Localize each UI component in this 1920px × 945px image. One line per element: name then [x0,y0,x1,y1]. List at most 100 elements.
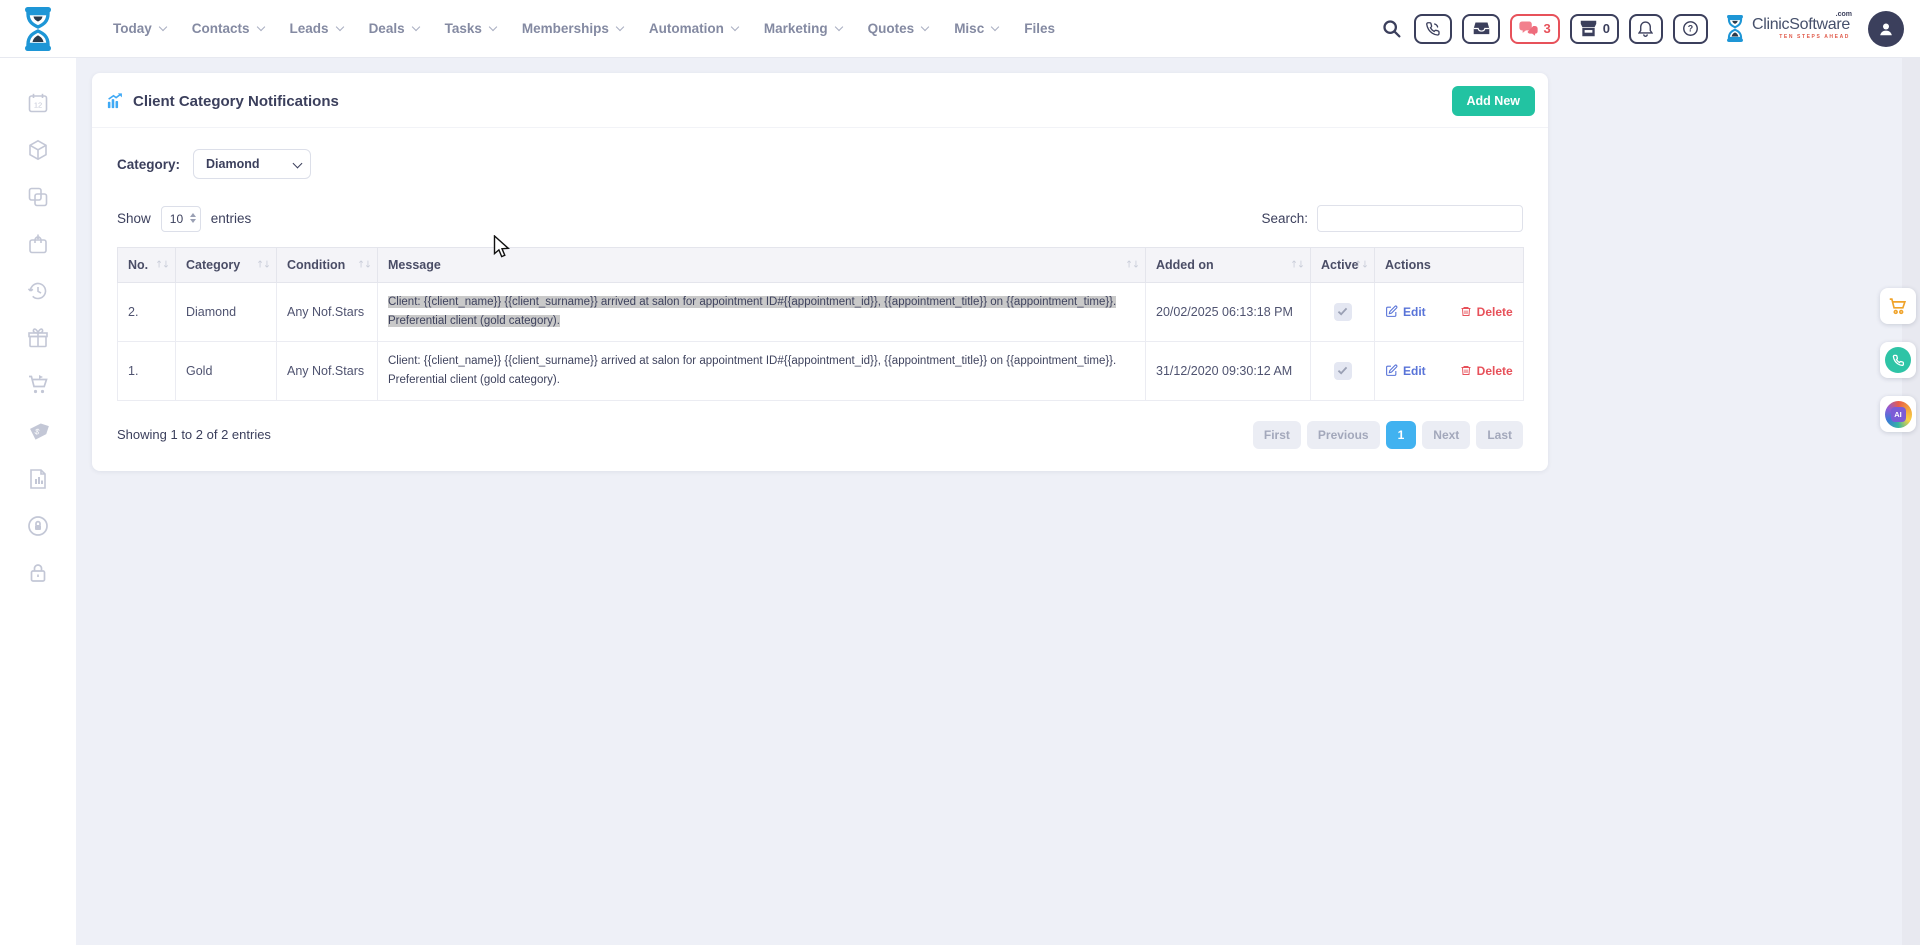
column-header-no[interactable]: No.↑↓ [118,248,176,283]
chat-button[interactable]: 3 [1510,14,1559,44]
column-header-category[interactable]: Category↑↓ [176,248,277,283]
edit-icon [1385,364,1398,377]
nav-item-contacts[interactable]: Contacts [179,21,277,36]
edit-button[interactable]: Edit [1385,305,1426,319]
active-checkbox[interactable] [1334,362,1352,380]
edit-icon [1385,305,1398,318]
showing-entries-text: Showing 1 to 2 of 2 entries [117,427,271,442]
brand-logo[interactable]: ClinicSoftware .com TEN STEPS AHEAD [1724,14,1850,43]
cell-active [1311,283,1375,342]
nav-item-leads[interactable]: Leads [277,21,356,36]
user-avatar[interactable] [1868,11,1904,47]
inbox-button[interactable] [1462,14,1500,44]
delete-button[interactable]: Delete [1460,364,1513,378]
pagination-last-button[interactable]: Last [1476,421,1523,449]
chevron-down-icon [731,23,739,31]
bag-icon[interactable] [25,231,51,257]
pagination-first-button[interactable]: First [1253,421,1301,449]
pagination-page-1-button[interactable]: 1 [1386,421,1417,449]
price-tag-icon[interactable]: $ [25,419,51,445]
panel-header: Client Category Notifications Add New [92,73,1548,128]
cell-category: Diamond [176,283,277,342]
column-header-actions: Actions [1375,248,1524,283]
phone-icon [1425,21,1441,37]
store-button[interactable]: 0 [1570,14,1619,44]
entries-label: entries [211,211,252,226]
lock-icon[interactable] [25,560,51,586]
active-checkbox[interactable] [1334,303,1352,321]
nav-item-tasks[interactable]: Tasks [432,21,509,36]
main-content: Client Category Notifications Add New Ca… [76,58,1920,945]
edit-button[interactable]: Edit [1385,364,1426,378]
quick-call-button[interactable] [1880,342,1916,378]
history-icon[interactable] [25,278,51,304]
table-footer: Showing 1 to 2 of 2 entries First Previo… [117,401,1523,459]
search-input[interactable] [1317,205,1523,232]
delete-button[interactable]: Delete [1460,305,1513,319]
cell-message: Client: {{client_name}} {{client_surname… [378,283,1146,342]
show-label: Show [117,211,151,226]
check-icon [1337,307,1348,316]
table-row: 1. Gold Any Nof.Stars Client: {{client_n… [118,341,1524,400]
nav-item-misc[interactable]: Misc [941,21,1011,36]
nav-item-files[interactable]: Files [1011,21,1068,36]
page-title: Client Category Notifications [133,93,339,110]
cell-category: Gold [176,341,277,400]
nav-item-today[interactable]: Today [100,21,179,36]
quick-ai-button[interactable]: AI [1880,396,1916,432]
chat-icon [1519,20,1538,37]
pagination-next-button[interactable]: Next [1422,421,1470,449]
topbar: Today Contacts Leads Deals Tasks Members… [0,0,1920,58]
add-new-button[interactable]: Add New [1452,86,1535,116]
table-header-row: No.↑↓ Category↑↓ Condition↑↓ Message↑↓ A… [118,248,1524,283]
nav-item-marketing[interactable]: Marketing [751,21,855,36]
hourglass-logo-icon [20,6,56,52]
pagination-previous-button[interactable]: Previous [1307,421,1380,449]
trash-icon [1460,364,1472,377]
chart-icon [106,92,124,110]
notifications-table: No.↑↓ Category↑↓ Condition↑↓ Message↑↓ A… [117,247,1524,401]
category-select[interactable]: Diamond [193,149,311,179]
chat-count-badge: 3 [1543,21,1550,36]
notifications-button[interactable] [1629,14,1663,44]
scrollbar-track[interactable] [1902,58,1920,945]
help-button[interactable]: ? [1673,14,1708,44]
page-length-select[interactable]: 10 [161,206,201,232]
cell-actions: Edit Delete [1375,341,1524,400]
chevron-down-icon [834,23,842,31]
column-header-condition[interactable]: Condition↑↓ [277,248,378,283]
column-header-message[interactable]: Message↑↓ [378,248,1146,283]
pagination: First Previous 1 Next Last [1253,421,1523,449]
copy-icon[interactable] [25,184,51,210]
table-controls-row: Show 10 entries Search: [117,205,1523,232]
nav-item-memberships[interactable]: Memberships [509,21,636,36]
report-icon[interactable] [25,466,51,492]
nav-item-quotes[interactable]: Quotes [855,21,942,36]
search-button[interactable] [1381,18,1402,39]
calendar-icon[interactable]: 12 [25,90,51,116]
nav-item-deals[interactable]: Deals [356,21,432,36]
sort-icon: ↑↓ [256,260,270,271]
inbox-icon [1473,21,1490,36]
nav-item-automation[interactable]: Automation [636,21,751,36]
search-icon [1381,18,1402,39]
brand-text: ClinicSoftware .com TEN STEPS AHEAD [1752,17,1850,40]
column-header-active[interactable]: Active↑↓ [1311,248,1375,283]
chevron-down-icon [921,23,929,31]
phone-button[interactable] [1414,14,1452,44]
cube-icon[interactable] [25,137,51,163]
category-filter-row: Category: Diamond [117,149,1523,179]
quick-cart-button[interactable] [1880,288,1916,324]
hourglass-logo-icon [1724,14,1746,43]
category-label: Category: [117,157,180,172]
chevron-down-icon [489,23,497,31]
store-count-badge: 0 [1603,21,1610,36]
cart-icon[interactable] [25,372,51,398]
app-logo[interactable] [20,6,56,52]
cell-added-on: 20/02/2025 06:13:18 PM [1146,283,1311,342]
phone-teal-icon [1885,347,1911,373]
account-lock-icon[interactable] [25,513,51,539]
gift-icon[interactable] [25,325,51,351]
client-category-notifications-panel: Client Category Notifications Add New Ca… [92,73,1548,471]
column-header-added-on[interactable]: Added on↑↓ [1146,248,1311,283]
